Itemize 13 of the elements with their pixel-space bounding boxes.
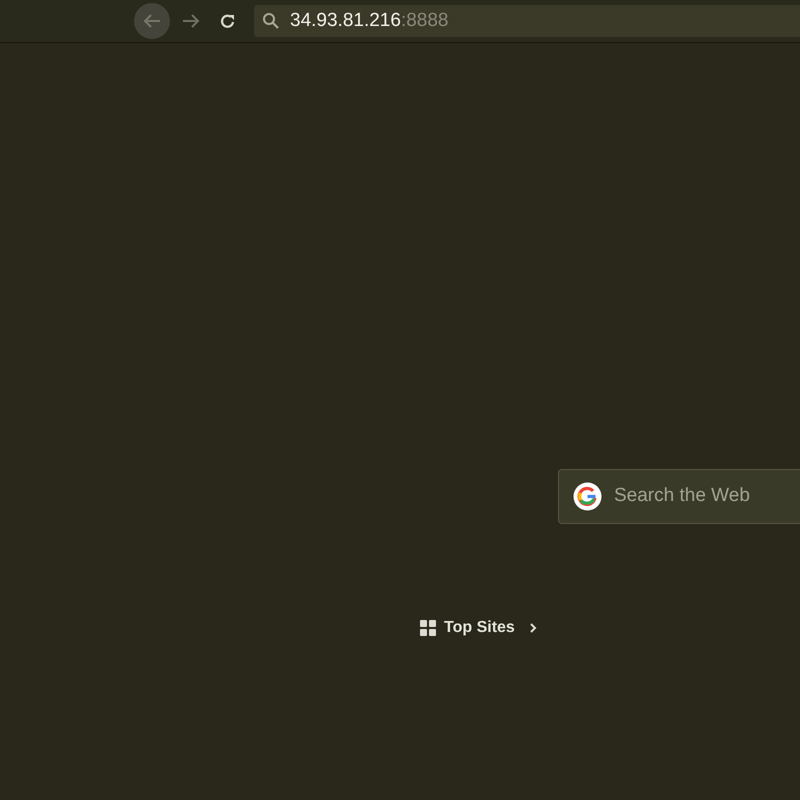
back-button[interactable] [134, 3, 170, 39]
forward-arrow-icon [182, 13, 200, 29]
reload-icon [218, 12, 236, 30]
chevron-right-icon [528, 622, 537, 634]
url-text: 34.93.81.216:8888 [290, 8, 448, 33]
search-icon [262, 12, 280, 30]
back-arrow-icon [143, 13, 161, 29]
search-input[interactable]: Search the Web [614, 482, 784, 511]
grid-icon [420, 620, 436, 636]
search-field[interactable]: Search the Web [558, 469, 800, 524]
google-g-icon [573, 482, 602, 511]
address-bar[interactable]: 34.93.81.216:8888 [254, 5, 800, 37]
top-sites-toggle[interactable]: Top Sites [420, 616, 537, 640]
